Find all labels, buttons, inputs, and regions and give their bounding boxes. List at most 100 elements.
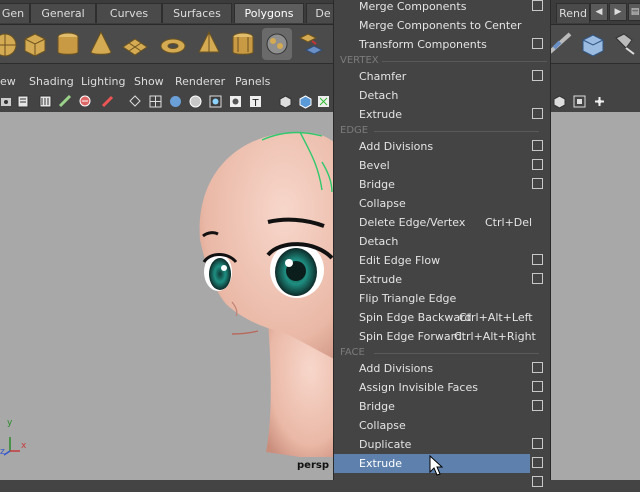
bookmarks-icon[interactable]	[16, 94, 31, 109]
poly-pipe-icon[interactable]	[228, 28, 258, 60]
menu-item-label: Bridge	[359, 400, 395, 413]
shelf-tab-polygons[interactable]: Polygons	[234, 3, 304, 23]
menu-item-shortcut: Ctrl+Alt+Right	[454, 330, 536, 343]
poly-torus-icon[interactable]	[158, 28, 188, 60]
shelf-menu-button[interactable]: ▤	[628, 3, 640, 21]
poly-cylinder-icon[interactable]	[53, 28, 83, 60]
menu-item-label: Detach	[359, 89, 399, 102]
menu-item-vertex-chamfer[interactable]: Chamfer	[334, 67, 551, 86]
xray-cube-icon[interactable]	[298, 94, 313, 109]
menu-item-label: Duplicate	[359, 438, 412, 451]
menu-item-merge-components[interactable]: Merge Components	[334, 0, 551, 16]
menu-panels[interactable]: Panels	[235, 75, 270, 88]
2d-pan-zoom-icon[interactable]	[58, 94, 73, 109]
poly-sphere-icon[interactable]	[0, 28, 20, 60]
wireframe-icon[interactable]	[128, 94, 143, 109]
section-header-face: FACE	[340, 347, 365, 358]
edit-mesh-popup-menu: Merge Components Merge Components to Cen…	[333, 0, 551, 487]
menu-item-merge-components-to-center[interactable]: Merge Components to Center	[334, 16, 551, 35]
menu-item-face-bridge[interactable]: Bridge	[334, 397, 551, 416]
option-box-icon[interactable]	[532, 178, 543, 189]
option-box-icon[interactable]	[532, 38, 543, 49]
option-box-icon[interactable]	[532, 438, 543, 449]
lights-icon[interactable]	[228, 94, 243, 109]
menu-item-face-duplicate[interactable]: Duplicate	[334, 435, 551, 454]
option-box-icon[interactable]	[532, 140, 543, 151]
single-view-icon[interactable]	[572, 94, 587, 109]
menu-item-edge-bridge[interactable]: Bridge	[334, 175, 551, 194]
menu-item-edge-spin-backward[interactable]: Spin Edge Backward Ctrl+Alt+Left	[334, 308, 551, 327]
menu-item-label: Detach	[359, 235, 399, 248]
menu-item-label: Extrude	[359, 457, 403, 470]
text-icon[interactable]: T	[248, 94, 263, 109]
snap-together-icon[interactable]	[592, 94, 607, 109]
option-box-icon[interactable]	[532, 108, 543, 119]
extrude-tool-icon[interactable]	[578, 28, 608, 60]
option-box-icon[interactable]	[532, 381, 543, 392]
menu-item-edge-spin-forward[interactable]: Spin Edge Forward Ctrl+Alt+Right	[334, 327, 551, 346]
combine-icon[interactable]	[262, 28, 292, 60]
xray-joints-icon[interactable]	[316, 94, 331, 109]
shelf-tab-rendering[interactable]: Rend	[556, 3, 590, 23]
menu-item-face-assign-invisible-faces[interactable]: Assign Invisible Faces	[334, 378, 551, 397]
menu-item-edge-bevel[interactable]: Bevel	[334, 156, 551, 175]
menu-shading[interactable]: Shading	[29, 75, 74, 88]
poly-cube-icon[interactable]	[20, 28, 50, 60]
shelf-tab-surfaces[interactable]: Surfaces	[162, 3, 232, 23]
menu-item-label: Delete Edge/Vertex	[359, 216, 466, 229]
shelf-scroll-left-button[interactable]: ◀	[590, 3, 608, 21]
isolate-cube-icon[interactable]	[278, 94, 293, 109]
grid-icon[interactable]	[148, 94, 163, 109]
menu-item-edge-delete-edge-vertex[interactable]: Delete Edge/Vertex Ctrl+Del	[334, 213, 551, 232]
separate-icon[interactable]	[296, 28, 326, 60]
menu-lighting[interactable]: Lighting	[81, 75, 125, 88]
menu-item-label: Add Divisions	[359, 140, 434, 153]
poly-plane-icon[interactable]	[120, 28, 150, 60]
menu-item-edge-edit-edge-flow[interactable]: Edit Edge Flow	[334, 251, 551, 270]
option-box-icon[interactable]	[532, 159, 543, 170]
shelf-tab-gen[interactable]: Gen	[0, 3, 30, 23]
menu-item-edge-extrude[interactable]: Extrude	[334, 270, 551, 289]
resolution-gate-icon[interactable]	[100, 94, 115, 109]
menu-item-label: Flip Triangle Edge	[359, 292, 457, 305]
option-box-icon[interactable]	[532, 273, 543, 284]
menu-item-label: Merge Components to Center	[359, 19, 522, 32]
menu-item-edge-add-divisions[interactable]: Add Divisions	[334, 137, 551, 156]
option-box-icon[interactable]	[532, 254, 543, 265]
shelf-tab-curves[interactable]: Curves	[96, 3, 162, 23]
flat-shade-icon[interactable]	[188, 94, 203, 109]
menu-item-edge-collapse[interactable]: Collapse	[334, 194, 551, 213]
option-box-icon[interactable]	[532, 362, 543, 373]
textured-icon[interactable]	[208, 94, 223, 109]
menu-item-vertex-detach[interactable]: Detach	[334, 86, 551, 105]
camera-cube-icon[interactable]	[552, 94, 567, 109]
menu-item-shortcut: Ctrl+Alt+Left	[459, 311, 533, 324]
option-box-icon[interactable]	[532, 457, 543, 468]
menu-renderer[interactable]: Renderer	[175, 75, 225, 88]
poly-cone-icon[interactable]	[86, 28, 116, 60]
menu-item-edge-detach[interactable]: Detach	[334, 232, 551, 251]
menu-show[interactable]: Show	[134, 75, 164, 88]
option-box-icon[interactable]	[532, 400, 543, 411]
poly-pyramid-icon[interactable]	[194, 28, 224, 60]
section-divider	[382, 61, 547, 62]
option-box-icon[interactable]	[532, 0, 543, 11]
menu-item-label: Chamfer	[359, 70, 407, 83]
menu-item-face-collapse[interactable]: Collapse	[334, 416, 551, 435]
option-box-icon[interactable]	[532, 476, 543, 487]
image-plane-icon[interactable]	[38, 94, 53, 109]
menu-item-face-add-divisions[interactable]: Add Divisions	[334, 359, 551, 378]
menu-item-vertex-extrude[interactable]: Extrude	[334, 105, 551, 124]
menu-item-edge-flip-triangle-edge[interactable]: Flip Triangle Edge	[334, 289, 551, 308]
shelf-scroll-right-button[interactable]: ▶	[609, 3, 627, 21]
option-box-icon[interactable]	[532, 70, 543, 81]
smooth-shade-icon[interactable]	[168, 94, 183, 109]
camera-attributes-icon[interactable]	[0, 94, 15, 109]
shelf-tab-general[interactable]: General	[30, 3, 96, 23]
grease-pencil-icon[interactable]	[78, 94, 93, 109]
section-header-vertex: VERTEX	[340, 55, 379, 66]
append-tool-icon[interactable]	[610, 28, 640, 60]
menu-item-transform-components[interactable]: Transform Components	[334, 35, 551, 54]
menu-item-label: Spin Edge Backward	[359, 311, 472, 324]
menu-view[interactable]: ew	[0, 75, 16, 88]
